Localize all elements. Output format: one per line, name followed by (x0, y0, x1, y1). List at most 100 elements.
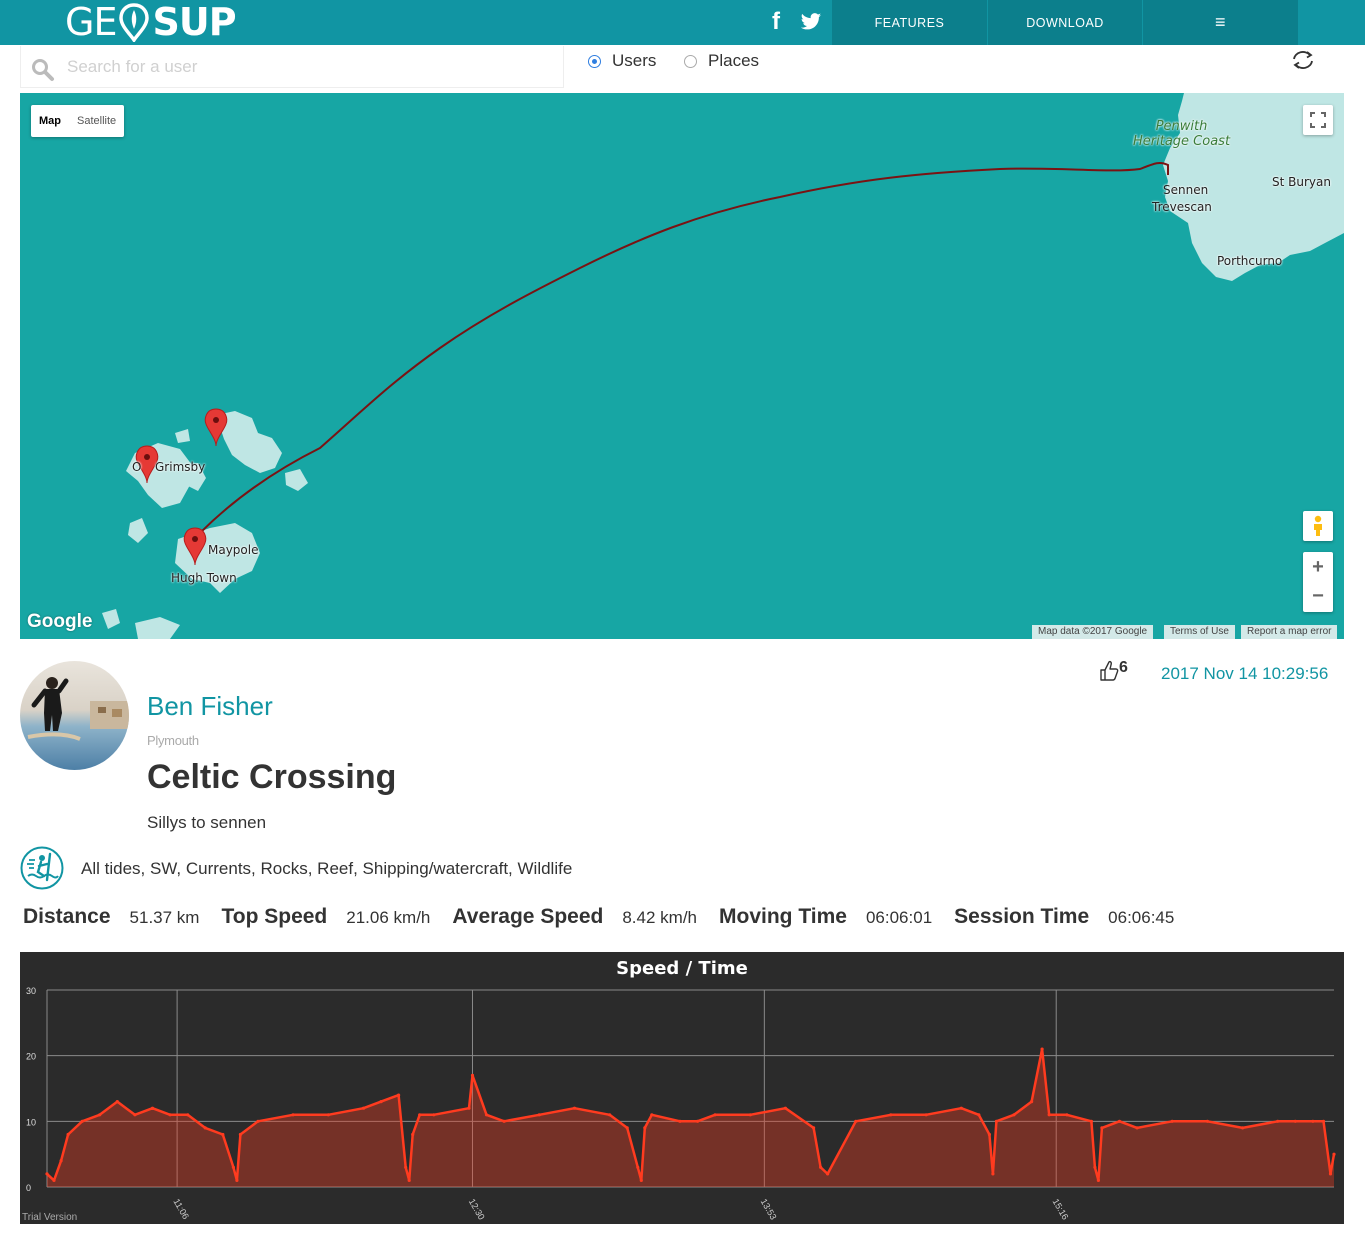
speed-point (168, 1113, 172, 1117)
speed-point (924, 1113, 928, 1117)
terms-of-use-link[interactable]: Terms of Use (1164, 625, 1235, 639)
land-island (128, 518, 148, 543)
download-nav-button[interactable]: DOWNLOAD (988, 0, 1142, 45)
speed-point (256, 1119, 260, 1123)
speed-point (235, 1178, 239, 1182)
radio-users[interactable]: Users (588, 51, 656, 71)
session-map[interactable]: Map Satellite Penwith Heritage Coast Sen… (20, 93, 1344, 639)
map-type-map-button[interactable]: Map (31, 105, 69, 137)
speed-point (404, 1165, 408, 1169)
like-count: 6 (1119, 659, 1128, 676)
search-input[interactable] (67, 54, 547, 80)
speed-point (1135, 1126, 1139, 1130)
user-city: Plymouth (147, 733, 199, 748)
stat-value: 8.42 km/h (622, 908, 697, 927)
speed-point (812, 1126, 816, 1130)
speed-point (713, 1113, 717, 1117)
map-marker-icon[interactable] (204, 408, 228, 447)
speed-point (470, 1073, 475, 1077)
speed-point (203, 1126, 207, 1130)
map-type-satellite-button[interactable]: Satellite (69, 105, 124, 137)
y-tick-label: 10 (26, 1117, 36, 1127)
map-canvas[interactable] (20, 93, 1344, 639)
speed-point (625, 1126, 629, 1130)
speed-point (1205, 1119, 1209, 1123)
zoom-control: + − (1303, 552, 1333, 612)
stat-value: 06:06:45 (1108, 908, 1175, 927)
speed-point (1096, 1178, 1100, 1182)
session-conditions: All tides, SW, Currents, Rocks, Reef, Sh… (81, 859, 573, 878)
logo-text-right: SUP (152, 0, 236, 44)
speed-point (987, 1132, 992, 1137)
stat-value: 21.06 km/h (346, 908, 431, 927)
map-label-porthcurno: Porthcurno (1217, 254, 1283, 268)
avatar[interactable] (20, 661, 129, 770)
speed-point (133, 1113, 137, 1117)
speed-point (819, 1165, 823, 1169)
chart-canvas: Speed / Time Trial Version 0 10 20 30 11:06… (22, 958, 1336, 1223)
map-label-old-grimsby-prefix: O (132, 460, 142, 474)
session-date: 2017 Nov 14 10:29:56 (1161, 664, 1329, 683)
speed-point (80, 1119, 84, 1123)
speed-point (326, 1113, 330, 1117)
fullscreen-icon[interactable] (1303, 105, 1333, 135)
land-island (175, 429, 190, 443)
land-island (285, 469, 308, 491)
speed-point (1047, 1113, 1051, 1117)
street-view-pegman-icon[interactable] (1303, 511, 1333, 541)
y-tick-label: 30 (26, 986, 36, 996)
zoom-in-button[interactable]: + (1312, 552, 1324, 582)
report-map-error-link[interactable]: Report a map error (1241, 625, 1338, 639)
features-nav-button[interactable]: FEATURES (832, 0, 987, 45)
speed-point (231, 1165, 235, 1169)
refresh-icon[interactable] (1290, 49, 1316, 76)
speed-point (959, 1106, 963, 1110)
speed-point (1117, 1119, 1122, 1123)
y-tick-label: 20 (26, 1052, 36, 1062)
radio-places[interactable]: Places (684, 51, 759, 71)
x-tick-label: 13:53 (759, 1197, 779, 1222)
twitter-icon[interactable] (800, 11, 822, 39)
speed-series-area (47, 1049, 1334, 1187)
top-navigation-bar: GE SUP f FEATURES DOWNLOAD ≡ (0, 0, 1365, 45)
speed-point (748, 1113, 752, 1117)
radio-users-dot[interactable] (588, 54, 601, 68)
facebook-icon[interactable]: f (772, 8, 780, 36)
speed-point (59, 1159, 63, 1163)
map-label-maypole: Maypole (208, 543, 259, 557)
user-search-box (20, 46, 564, 88)
speed-point (115, 1100, 119, 1104)
session-stats: Distance 51.37 km Top Speed 21.06 km/h A… (23, 905, 1196, 929)
session-title: Celtic Crossing (147, 758, 397, 796)
radio-users-label: Users (612, 51, 657, 70)
speed-point (977, 1113, 981, 1117)
speed-point (45, 1172, 49, 1176)
stat-value: 51.37 km (129, 908, 200, 927)
land-island (126, 443, 192, 508)
user-name-link[interactable]: Ben Fisher (147, 691, 273, 722)
zoom-out-button[interactable]: − (1312, 582, 1324, 612)
x-tick-label: 11:06 (171, 1197, 191, 1221)
speed-point (994, 1119, 999, 1123)
speed-point (1065, 1113, 1069, 1117)
menu-button[interactable]: ≡ (1143, 0, 1298, 45)
speed-point (643, 1126, 647, 1130)
land-island (135, 617, 180, 639)
speed-point (361, 1106, 366, 1110)
radio-places-label: Places (708, 51, 760, 70)
thumbs-up-icon[interactable] (1099, 659, 1119, 686)
radio-places-dot[interactable] (684, 54, 697, 68)
stat-label: Moving Time (719, 905, 847, 928)
geosup-logo[interactable]: GE SUP (65, 0, 237, 44)
speed-point (432, 1113, 436, 1117)
search-icon (31, 58, 55, 87)
like-button[interactable]: 6 (1099, 659, 1128, 686)
paddle-pin-icon (117, 2, 151, 44)
map-data-attribution: Map data ©2017 Google (1032, 625, 1154, 639)
speed-point (484, 1113, 489, 1117)
x-tick-label: 15:16 (1050, 1197, 1070, 1222)
speed-point (650, 1113, 654, 1117)
conditions-icon (20, 846, 64, 895)
map-label-penwith: Penwith Heritage Coast (1133, 119, 1231, 149)
map-type-toggle: Map Satellite (31, 105, 125, 137)
